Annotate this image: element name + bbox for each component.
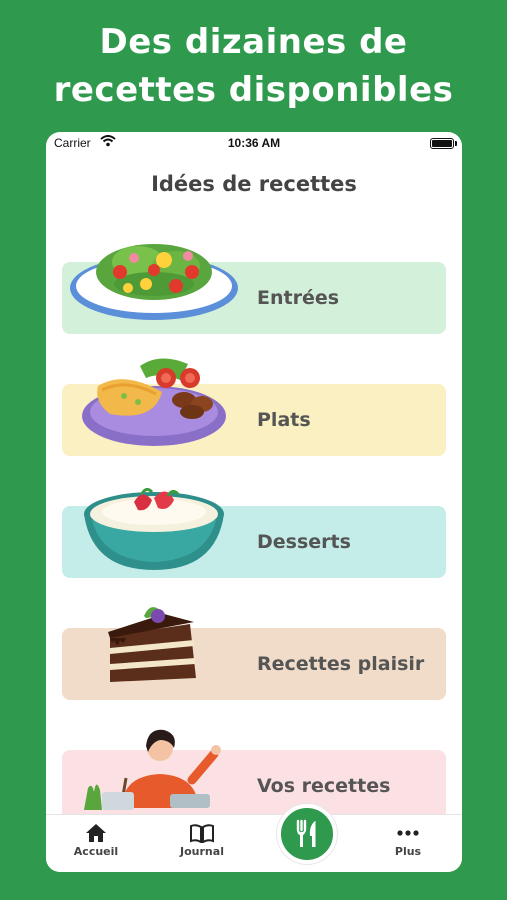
promo-headline-line1: Des dizaines de xyxy=(99,22,408,62)
person-cooking-image xyxy=(84,729,221,810)
tab-label: Journal xyxy=(180,845,224,858)
battery-icon xyxy=(430,138,457,149)
home-icon xyxy=(86,824,106,842)
page-title: Idées de recettes xyxy=(151,172,357,196)
omelette-plate-image xyxy=(82,358,226,446)
tab-label: Plus xyxy=(394,845,422,858)
tab-journal[interactable]: Journal xyxy=(162,815,242,872)
status-time: 10:36 AM xyxy=(227,136,281,150)
category-label: Desserts xyxy=(257,531,351,553)
tab-bar: Accueil Journal Plus xyxy=(46,814,462,872)
category-label: Plats xyxy=(257,409,311,431)
tab-plus[interactable]: Plus xyxy=(368,815,448,872)
promo-headline: Des dizaines de recettes disponibles xyxy=(0,18,507,114)
salad-plate-image xyxy=(70,244,238,320)
tab-label: Accueil xyxy=(73,845,119,858)
tab-accueil[interactable]: Accueil xyxy=(56,815,136,872)
strawberry-dessert-bowl-image xyxy=(84,487,224,570)
more-dots-icon xyxy=(397,830,419,836)
book-icon xyxy=(190,824,214,843)
category-label: Recettes plaisir xyxy=(257,653,425,675)
fork-knife-icon xyxy=(296,819,316,847)
status-bar: Carrier 10:36 AM xyxy=(46,132,462,156)
promo-headline-line2: recettes disponibles xyxy=(53,70,454,110)
phone-screen: Carrier 10:36 AM Idées de recettes Entré… xyxy=(46,132,462,872)
category-label: Entrées xyxy=(257,287,340,309)
recipes-fab-button[interactable] xyxy=(277,804,337,864)
chocolate-cake-slice-image xyxy=(108,607,196,682)
